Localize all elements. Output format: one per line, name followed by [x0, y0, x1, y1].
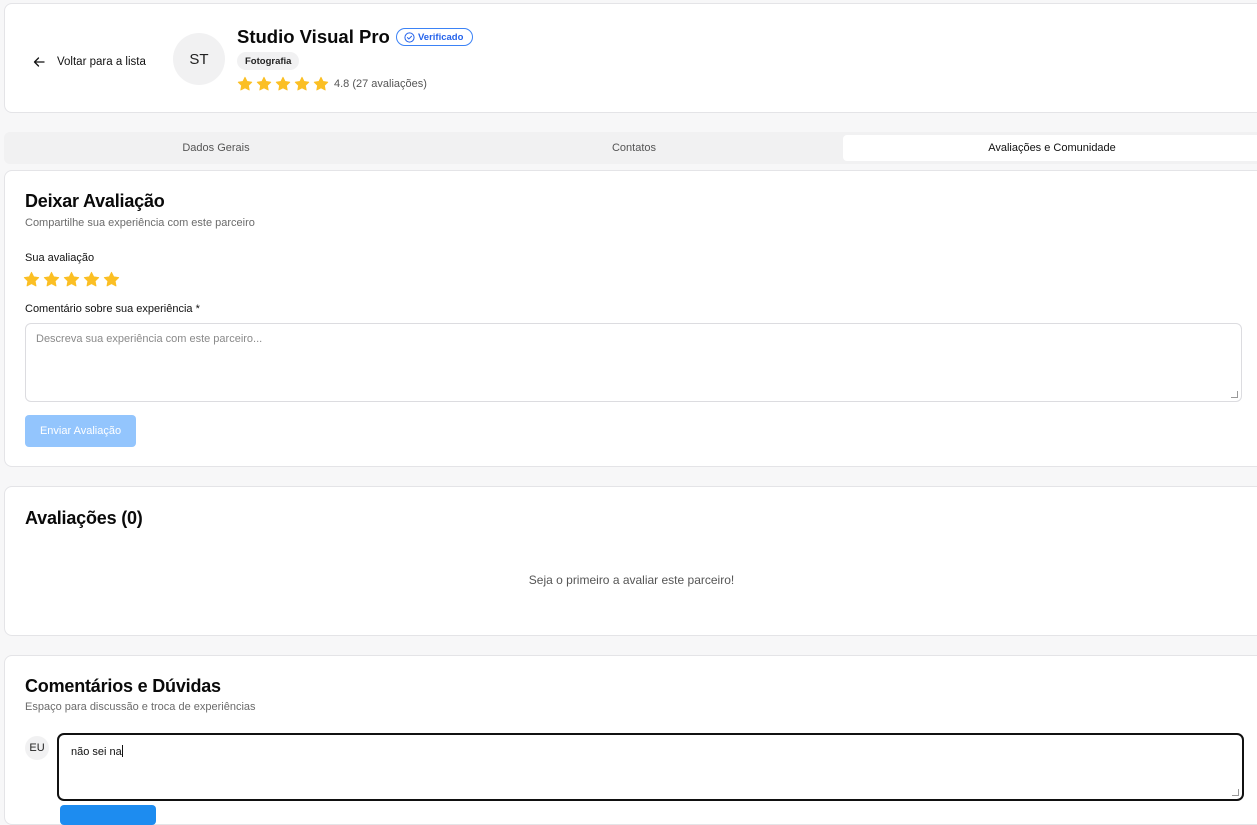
rating-star-5-icon — [313, 76, 329, 91]
input-star-5-icon[interactable] — [103, 271, 120, 288]
comment-draft-text: não sei na — [71, 746, 122, 758]
rating-star-1-icon — [237, 76, 253, 91]
check-circle-icon — [404, 31, 415, 43]
tab-contatos[interactable]: Contatos — [425, 135, 843, 161]
post-comment-button[interactable] — [60, 805, 156, 825]
rating-star-4-icon — [294, 76, 310, 91]
partner-header: Voltar para a lista ST Studio Visual Pro… — [4, 3, 1257, 113]
review-comment-textarea[interactable]: Descreva sua experiência com este parcei… — [25, 323, 1242, 402]
review-form-subtitle: Compartilhe sua experiência com este par… — [25, 217, 255, 229]
partner-name: Studio Visual Pro — [237, 26, 390, 47]
rating-field-label: Sua avaliação — [25, 252, 95, 264]
comments-subtitle: Espaço para discussão e troca de experiê… — [25, 701, 256, 713]
comments-title: Comentários e Dúvidas — [25, 676, 221, 696]
category-badge: Fotografia — [237, 52, 300, 70]
tab-list: Dados Gerais Contatos Avaliações e Comun… — [4, 132, 1257, 164]
rating-star-3-icon — [275, 76, 291, 91]
verified-label: Verificado — [418, 31, 464, 43]
review-comment-placeholder: Descreva sua experiência com este parcei… — [36, 333, 263, 345]
input-star-2-icon[interactable] — [43, 271, 60, 288]
reviews-empty-message: Seja o primeiro a avaliar este parceiro! — [528, 573, 735, 587]
comment-textarea[interactable]: não sei na — [57, 733, 1244, 801]
reviews-card: Avaliações (0) Seja o primeiro a avaliar… — [4, 486, 1257, 636]
back-to-list-label: Voltar para a lista — [57, 56, 146, 68]
comments-card: Comentários e Dúvidas Espaço para discus… — [4, 655, 1257, 825]
reviews-title: Avaliações (0) — [25, 508, 143, 528]
input-star-1-icon[interactable] — [23, 271, 40, 288]
resize-handle-icon[interactable] — [1231, 391, 1238, 398]
input-star-4-icon[interactable] — [83, 271, 100, 288]
rating-text: 4.8 (27 avaliações) — [334, 78, 427, 90]
text-caret — [121, 745, 123, 757]
review-form-title: Deixar Avaliação — [25, 191, 165, 211]
resize-handle-icon[interactable] — [1232, 789, 1239, 796]
partner-avatar: ST — [173, 33, 225, 85]
comment-field-label: Comentário sobre sua experiência * — [25, 303, 200, 315]
rating-summary: 4.8 (27 avaliações) — [237, 76, 427, 92]
back-to-list-button[interactable]: Voltar para a lista — [33, 48, 146, 76]
user-avatar: EU — [25, 736, 49, 760]
arrow-left-icon — [33, 57, 45, 67]
tab-dados-gerais[interactable]: Dados Gerais — [7, 135, 425, 161]
verified-badge: Verificado — [396, 28, 474, 46]
input-star-3-icon[interactable] — [63, 271, 80, 288]
rating-stars — [237, 76, 329, 92]
rating-star-2-icon — [256, 76, 272, 91]
review-form-card: Deixar Avaliação Compartilhe sua experiê… — [4, 170, 1257, 467]
submit-review-button[interactable]: Enviar Avaliação — [25, 415, 136, 447]
tab-avaliacoes-comunidade[interactable]: Avaliações e Comunidade — [843, 135, 1257, 161]
star-rating-input[interactable] — [23, 271, 120, 288]
